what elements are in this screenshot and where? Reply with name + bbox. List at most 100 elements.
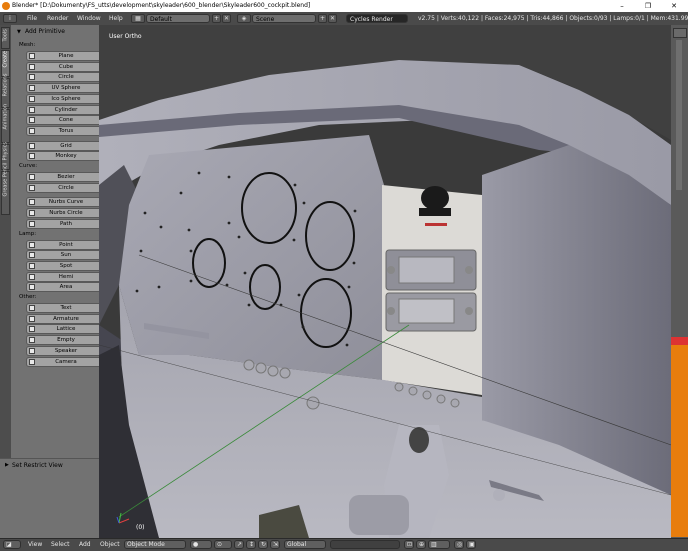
maximize-button[interactable]: ❐ — [638, 0, 658, 12]
menu-help[interactable]: Help — [109, 12, 123, 25]
button-label: Plane — [58, 53, 74, 59]
button-label: Path — [59, 220, 73, 227]
button-label: Bezier — [57, 174, 75, 180]
menu-render[interactable]: Render — [47, 12, 68, 25]
manipulator-toggle-icon[interactable]: ↗ — [234, 540, 244, 549]
3d-viewport[interactable]: User Ortho (0) — [99, 25, 671, 538]
add-circle-button[interactable]: Circle — [26, 182, 106, 193]
add-camera-button[interactable]: Camera — [26, 356, 106, 367]
button-label: Cone — [58, 117, 74, 124]
add-spot-button[interactable]: Spot — [26, 260, 106, 271]
add-grid-button[interactable]: Grid — [26, 140, 106, 151]
properties-strip[interactable] — [671, 25, 688, 538]
info-header: i File Render Window Help ▦ Default + ✕ … — [0, 12, 688, 26]
button-label: Monkey — [55, 153, 77, 160]
add-armature-button[interactable]: Armature — [26, 313, 106, 324]
layers-grid[interactable] — [330, 540, 400, 549]
render-icon[interactable]: ▣ — [466, 540, 476, 549]
add-primitive-header[interactable]: ▼ Add Primitive — [11, 25, 99, 39]
menu-file[interactable]: File — [27, 12, 37, 25]
lock-camera-icon[interactable]: ⊡ — [404, 540, 414, 549]
shading-dropdown-icon[interactable]: ● — [190, 540, 212, 549]
menu-view[interactable]: View — [28, 539, 42, 551]
tab-tools[interactable]: Tools — [1, 27, 10, 49]
render-engine-dropdown[interactable]: Cycles Render — [346, 14, 408, 23]
button-label: Empty — [57, 337, 75, 344]
editor-type-icon[interactable]: i — [3, 14, 17, 23]
viewport-label: User Ortho — [109, 33, 142, 40]
button-label: Spot — [59, 262, 73, 269]
remove-scene-icon[interactable]: ✕ — [328, 14, 337, 23]
minimize-button[interactable]: – — [612, 0, 632, 12]
tab-grease-pencil[interactable]: Grease Pencil — [1, 163, 10, 215]
add-scene-icon[interactable]: + — [318, 14, 327, 23]
add-nurbs-circle-button[interactable]: Nurbs Circle — [26, 208, 106, 219]
scene-field[interactable]: Scene — [252, 14, 316, 23]
add-path-button[interactable]: Path — [26, 218, 106, 229]
add-ico-sphere-button[interactable]: Ico Sphere — [26, 93, 106, 104]
button-label: Armature — [53, 315, 79, 322]
button-label: Grid — [60, 142, 72, 149]
add-torus-button[interactable]: Torus — [26, 125, 106, 136]
orientation-dropdown[interactable]: Global — [284, 540, 326, 549]
remove-screen-icon[interactable]: ✕ — [222, 14, 231, 23]
button-label: Area — [59, 284, 73, 291]
expand-triangle-icon[interactable]: ▶ — [5, 462, 9, 468]
add-text-button[interactable]: Text — [26, 303, 106, 313]
button-label: Ico Sphere — [51, 95, 81, 102]
add-speaker-button[interactable]: Speaker — [26, 345, 106, 356]
scene-stats: v2.75 | Verts:40,122 | Faces:24,975 | Tr… — [418, 15, 688, 22]
button-label: Circle — [58, 74, 74, 81]
restrict-view-header[interactable]: Set Restrict View — [12, 462, 63, 469]
rotate-icon[interactable]: ↻ — [258, 540, 268, 549]
menu-select[interactable]: Select — [51, 539, 70, 551]
menu-add[interactable]: Add — [79, 539, 91, 551]
add-lattice-button[interactable]: Lattice — [26, 324, 106, 335]
button-label: Torus — [58, 127, 74, 134]
scrollbar[interactable] — [676, 40, 682, 190]
add-sun-button[interactable]: Sun — [26, 250, 106, 261]
button-label: Hemi — [58, 273, 74, 280]
section-label: Other: — [19, 294, 37, 300]
button-label: Camera — [55, 358, 77, 365]
scale-icon[interactable]: ⇲ — [270, 540, 280, 549]
button-label: Nurbs Curve — [48, 199, 84, 206]
add-circle-button[interactable]: Circle — [26, 72, 106, 83]
button-label: Sun — [60, 252, 72, 259]
section-label: Curve: — [19, 163, 38, 169]
add-plane-button[interactable]: Plane — [26, 51, 106, 61]
add-cone-button[interactable]: Cone — [26, 115, 106, 126]
add-area-button[interactable]: Area — [26, 282, 106, 293]
add-empty-button[interactable]: Empty — [26, 335, 106, 346]
orange-panel-icon — [671, 337, 688, 537]
scene-icon[interactable]: ◈ — [237, 14, 251, 23]
snap-icon[interactable]: ⊕ — [416, 540, 426, 549]
pivot-dropdown-icon[interactable]: ⊙ — [214, 540, 232, 549]
add-nurbs-curve-button[interactable]: Nurbs Curve — [26, 197, 106, 208]
add-screen-icon[interactable]: + — [212, 14, 221, 23]
close-button[interactable]: ✕ — [664, 0, 684, 12]
proportional-edit-icon[interactable]: ◎ — [454, 540, 464, 549]
add-bezier-button[interactable]: Bezier — [26, 172, 106, 182]
button-label: Speaker — [54, 347, 78, 354]
menu-object[interactable]: Object — [100, 539, 120, 551]
mode-dropdown[interactable]: Object Mode — [124, 540, 186, 549]
editor-type-3d-icon[interactable]: ◪ — [3, 540, 21, 549]
cockpit-render — [99, 25, 671, 538]
add-point-button[interactable]: Point — [26, 239, 106, 250]
snap-element-icon[interactable]: ▥ — [428, 540, 450, 549]
add-hemi-button[interactable]: Hemi — [26, 271, 106, 282]
add-cube-button[interactable]: Cube — [26, 61, 106, 72]
add-cylinder-button[interactable]: Cylinder — [26, 104, 106, 115]
menu-window[interactable]: Window — [77, 12, 101, 25]
window-title: Blender* [D:\Dokumenty\FS_utts\developme… — [12, 2, 311, 9]
viewport-header: ◪ View Select Add Object Object Mode ● ⊙… — [0, 538, 688, 551]
add-monkey-button[interactable]: Monkey — [26, 151, 106, 162]
properties-toggle-icon[interactable] — [673, 28, 687, 38]
screen-layout-field[interactable]: Default — [146, 14, 210, 23]
tab-animation[interactable]: Animation — [1, 104, 10, 143]
translate-icon[interactable]: ↕ — [246, 540, 256, 549]
button-label: Lattice — [56, 326, 76, 333]
add-uv-sphere-button[interactable]: UV Sphere — [26, 83, 106, 94]
screen-layout-icon[interactable]: ▦ — [131, 14, 145, 23]
